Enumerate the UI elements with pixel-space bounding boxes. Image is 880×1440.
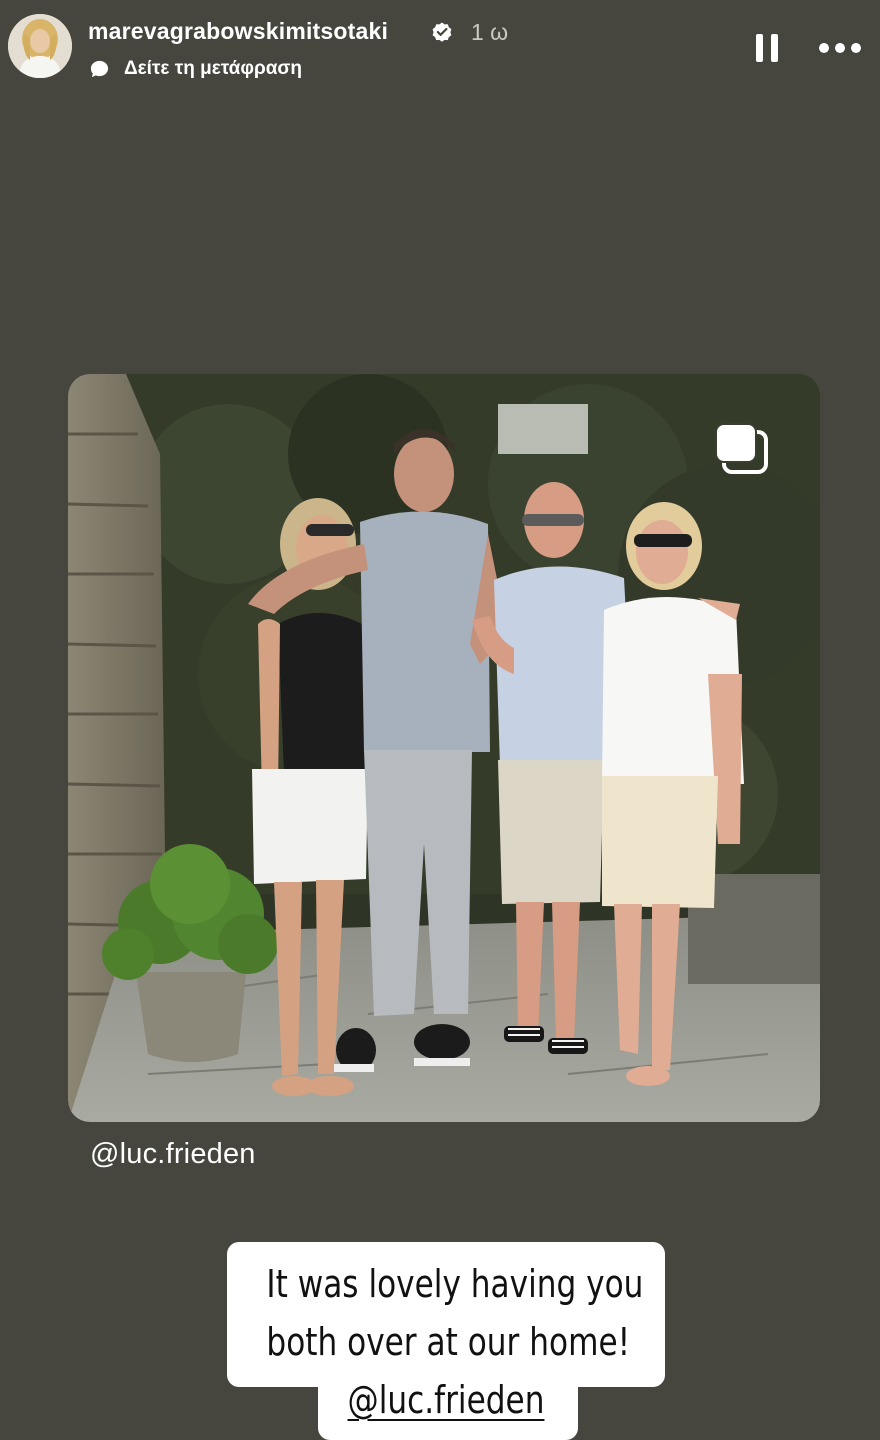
speech-bubble-icon (90, 60, 109, 77)
multi-image-icon (715, 423, 768, 474)
pause-icon[interactable] (752, 30, 782, 66)
shared-post-photo[interactable] (68, 374, 820, 1122)
sticker-text-line-2: both over at our home! (266, 1320, 631, 1364)
verified-badge-icon (432, 22, 452, 42)
instagram-story-viewer: marevagrabowskimitsotaki 1 ω Δείτε τη με… (0, 0, 880, 1440)
sticker-mention-link[interactable]: @luc.frieden (266, 1378, 625, 1422)
post-mention-tag[interactable]: @luc.frieden (90, 1138, 256, 1171)
avatar[interactable] (8, 14, 72, 78)
more-options-icon[interactable] (815, 36, 865, 60)
sticker-text-line-1: It was lovely having you (266, 1262, 644, 1306)
username[interactable]: marevagrabowskimitsotaki (88, 18, 388, 45)
see-translation-link[interactable]: Δείτε τη μετάφραση (89, 56, 302, 82)
story-header: marevagrabowskimitsotaki 1 ω Δείτε τη με… (0, 0, 880, 96)
see-translation-label: Δείτε τη μετάφραση (124, 58, 302, 79)
story-timestamp: 1 ω (471, 19, 509, 45)
